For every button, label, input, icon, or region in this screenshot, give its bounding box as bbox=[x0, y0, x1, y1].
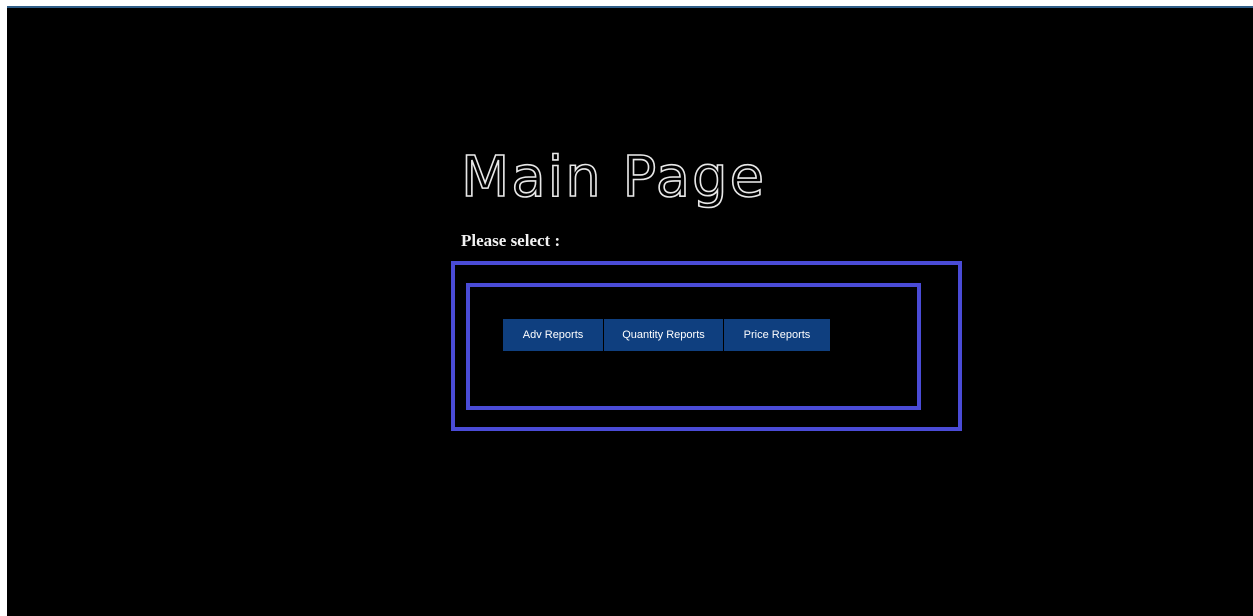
select-prompt: Please select : bbox=[461, 231, 561, 250]
left-margin bbox=[0, 0, 7, 616]
quantity-reports-button[interactable]: Quantity Reports bbox=[604, 319, 723, 351]
page-viewport: Main Page Please select : Adv Reports Qu… bbox=[7, 8, 1253, 616]
page-title-text: Main Page bbox=[461, 145, 766, 210]
price-reports-button[interactable]: Price Reports bbox=[724, 319, 830, 351]
report-buttons: Adv Reports Quantity Reports Price Repor… bbox=[503, 319, 830, 351]
page-title-graphic: Main Page bbox=[460, 144, 766, 211]
adv-reports-button[interactable]: Adv Reports bbox=[503, 319, 603, 351]
page-title: Main Page bbox=[459, 136, 819, 236]
